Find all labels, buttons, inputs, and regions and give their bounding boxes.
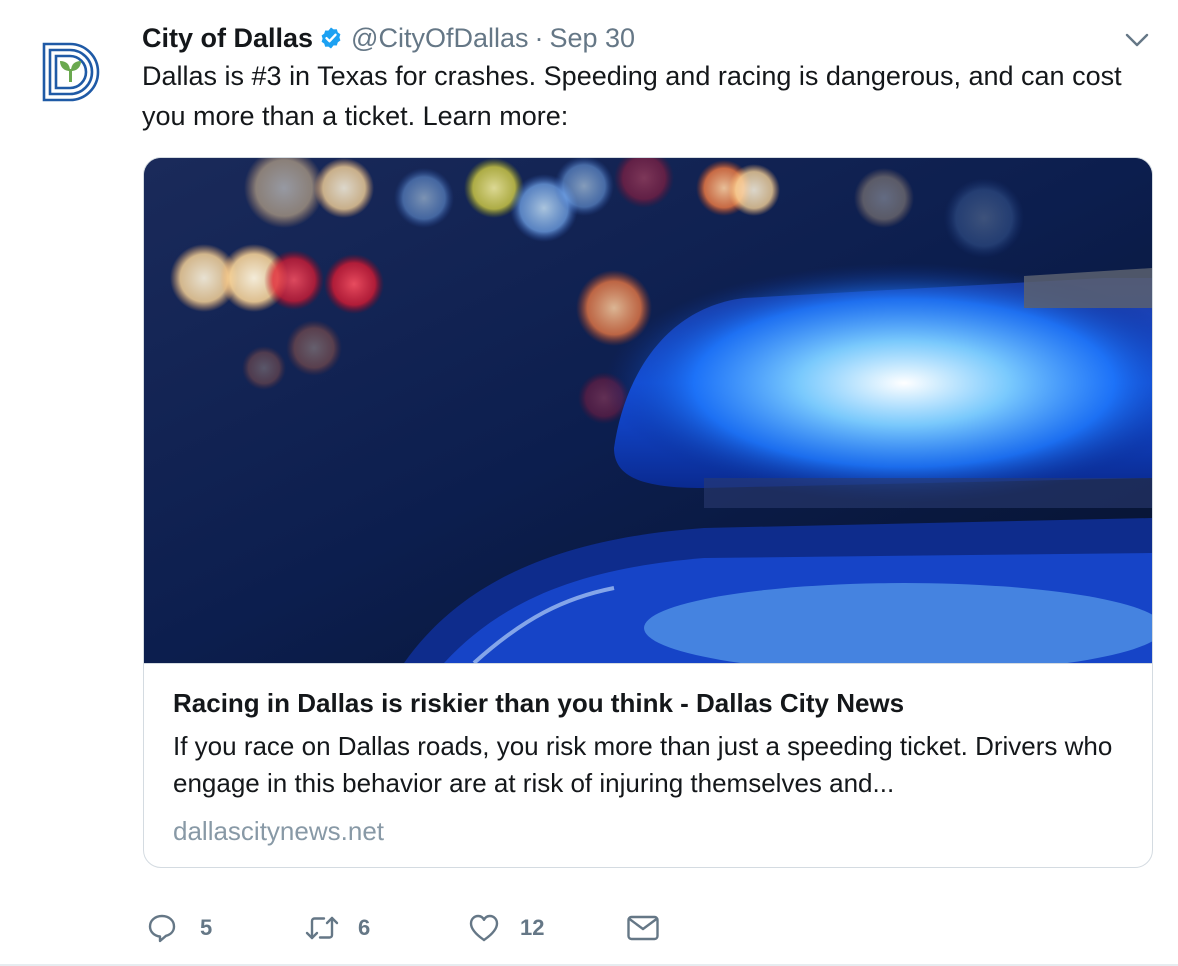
tweet-date[interactable]: Sep 30 bbox=[550, 23, 636, 54]
link-card[interactable]: Racing in Dallas is riskier than you thi… bbox=[143, 157, 1153, 868]
tweet[interactable]: City of Dallas @CityOfDallas · Sep 30 Da… bbox=[0, 0, 1178, 966]
verified-badge-icon bbox=[319, 26, 343, 50]
author-handle[interactable]: @CityOfDallas bbox=[351, 23, 528, 54]
retweet-count: 6 bbox=[358, 915, 371, 940]
card-domain: dallascitynews.net bbox=[173, 816, 384, 846]
reply-count: 5 bbox=[200, 915, 213, 940]
retweet-icon bbox=[305, 916, 339, 940]
author-display-name[interactable]: City of Dallas bbox=[142, 23, 313, 54]
direct-message-button[interactable] bbox=[626, 908, 660, 948]
heart-icon bbox=[469, 914, 499, 942]
card-image[interactable] bbox=[144, 158, 1152, 663]
reply-button[interactable]: 5 bbox=[146, 908, 212, 948]
reply-icon bbox=[148, 914, 176, 943]
card-body[interactable]: Racing in Dallas is riskier than you thi… bbox=[144, 663, 1152, 867]
tweet-header: City of Dallas @CityOfDallas · Sep 30 bbox=[142, 20, 635, 56]
tweet-actions: 5 6 12 bbox=[146, 908, 746, 948]
card-description: If you race on Dallas roads, you risk mo… bbox=[173, 731, 1113, 798]
tweet-text: Dallas is #3 in Texas for crashes. Speed… bbox=[142, 61, 1122, 131]
police-light-photo bbox=[144, 158, 1152, 663]
like-count: 12 bbox=[520, 915, 545, 940]
avatar[interactable] bbox=[40, 40, 104, 104]
more-options-chevron-down-icon[interactable] bbox=[1124, 30, 1150, 50]
card-title[interactable]: Racing in Dallas is riskier than you thi… bbox=[173, 688, 904, 719]
envelope-icon bbox=[627, 915, 659, 941]
retweet-button[interactable]: 6 bbox=[304, 908, 370, 948]
header-separator: · bbox=[534, 22, 544, 53]
like-button[interactable]: 12 bbox=[468, 908, 544, 948]
city-of-dallas-logo-icon bbox=[42, 42, 100, 102]
